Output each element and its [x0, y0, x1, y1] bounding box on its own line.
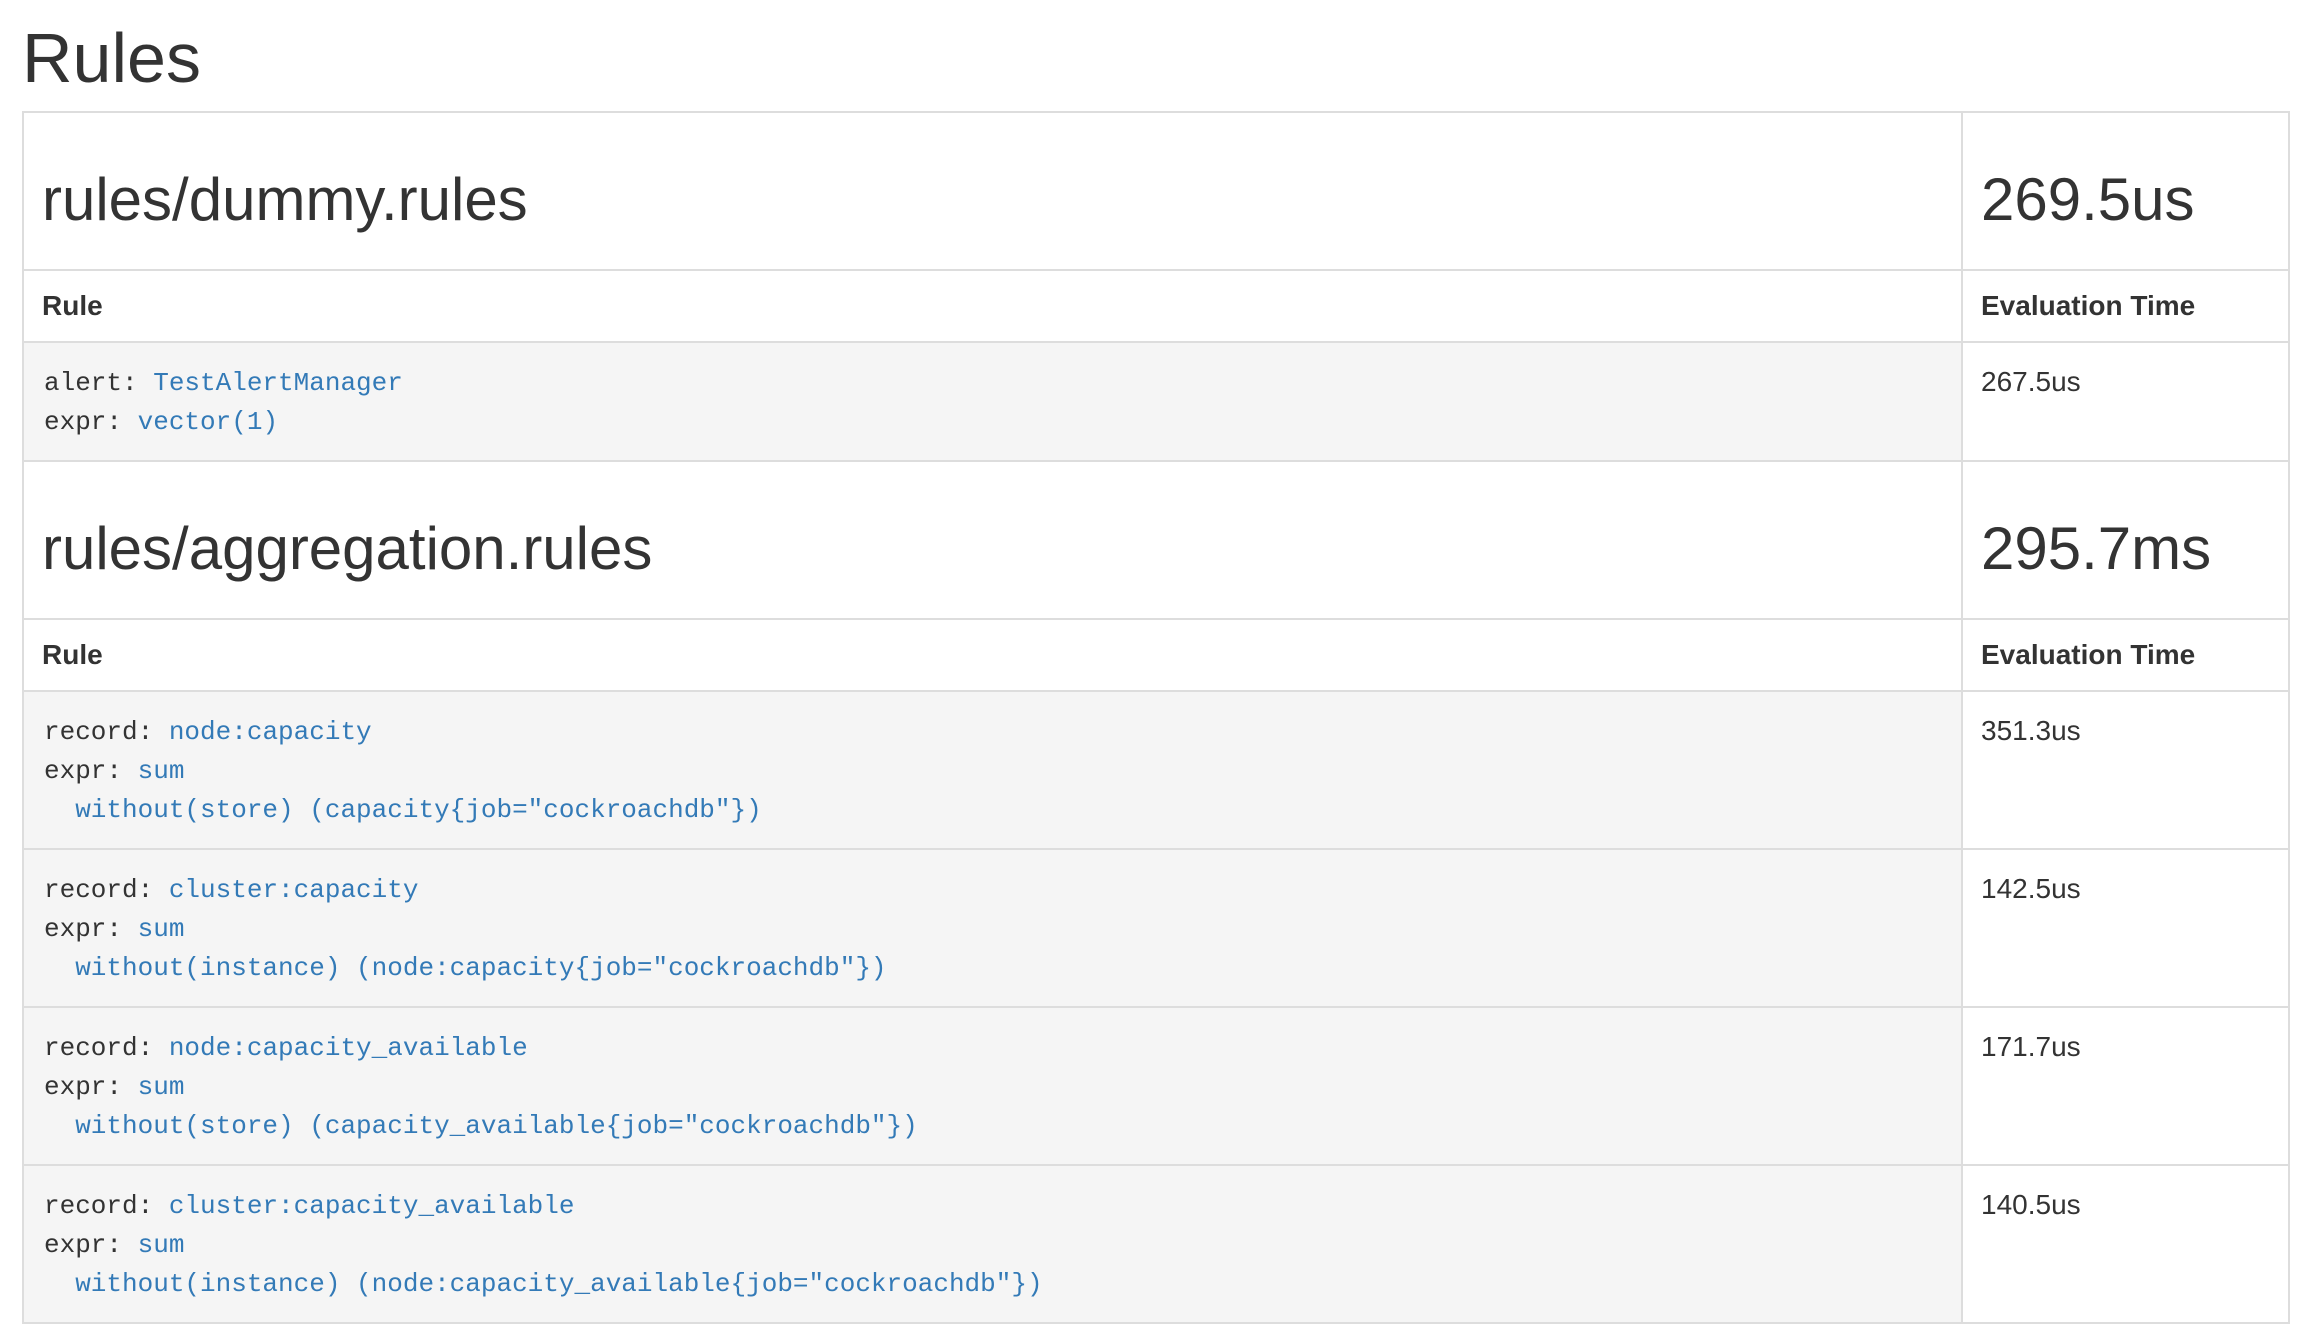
rule-keyword: record: [44, 1191, 169, 1221]
rule-link[interactable]: cluster:capacity [169, 875, 419, 905]
group-name: rules/aggregation.rules [42, 516, 1943, 582]
rule-row: record: node:capacity expr: sum without(… [23, 691, 2289, 849]
rule-row: record: node:capacity_available expr: su… [23, 1007, 2289, 1165]
evaluation-time-value: 351.3us [1962, 691, 2289, 849]
rule-keyword: record: [44, 875, 169, 905]
rule-code: record: node:capacity expr: sum without(… [23, 691, 1962, 849]
rule-keyword: expr: [44, 1230, 138, 1260]
rules-table-body: rules/dummy.rules269.5usRuleEvaluation T… [23, 112, 2289, 1323]
rule-code: alert: TestAlertManager expr: vector(1) [23, 342, 1962, 461]
group-name: rules/dummy.rules [42, 167, 1943, 233]
rule-row: record: cluster:capacity_available expr:… [23, 1165, 2289, 1323]
rule-keyword: record: [44, 1033, 169, 1063]
rules-page: Rules rules/dummy.rules269.5usRuleEvalua… [0, 20, 2316, 1324]
rule-keyword: record: [44, 717, 169, 747]
rule-link[interactable]: cluster:capacity_available [169, 1191, 575, 1221]
rule-link[interactable]: node:capacity [169, 717, 372, 747]
group-eval-time: 269.5us [1981, 167, 2270, 233]
rule-code: record: cluster:capacity_available expr:… [23, 1165, 1962, 1323]
group-eval-cell: 269.5us [1962, 112, 2289, 270]
rule-row: alert: TestAlertManager expr: vector(1)2… [23, 342, 2289, 461]
eval-column-header: Evaluation Time [1962, 270, 2289, 342]
column-header-row: RuleEvaluation Time [23, 270, 2289, 342]
rule-link[interactable]: sum without(instance) (node:capacity_ava… [44, 1230, 1043, 1299]
eval-column-header: Evaluation Time [1962, 619, 2289, 691]
group-eval-time: 295.7ms [1981, 516, 2270, 582]
group-eval-cell: 295.7ms [1962, 461, 2289, 619]
rule-link[interactable]: sum without(store) (capacity{job="cockro… [44, 756, 762, 825]
rule-row: record: cluster:capacity expr: sum witho… [23, 849, 2289, 1007]
group-header-row: rules/dummy.rules 269.5us [23, 112, 2289, 270]
evaluation-time-value: 267.5us [1962, 342, 2289, 461]
rule-column-header: Rule [23, 619, 1962, 691]
rules-table: rules/dummy.rules269.5usRuleEvaluation T… [22, 111, 2290, 1324]
page-title: Rules [22, 20, 2290, 97]
rule-keyword: expr: [44, 914, 138, 944]
rule-link[interactable]: sum without(store) (capacity_available{j… [44, 1072, 918, 1141]
rule-keyword: expr: [44, 407, 138, 437]
rule-link[interactable]: TestAlertManager [153, 368, 403, 398]
rule-link[interactable]: node:capacity_available [169, 1033, 528, 1063]
evaluation-time-value: 142.5us [1962, 849, 2289, 1007]
rule-code: record: node:capacity_available expr: su… [23, 1007, 1962, 1165]
rule-code: record: cluster:capacity expr: sum witho… [23, 849, 1962, 1007]
rule-keyword: expr: [44, 756, 138, 786]
group-name-cell: rules/aggregation.rules [23, 461, 1962, 619]
column-header-row: RuleEvaluation Time [23, 619, 2289, 691]
rule-link[interactable]: vector(1) [138, 407, 278, 437]
rule-link[interactable]: sum without(instance) (node:capacity{job… [44, 914, 887, 983]
group-name-cell: rules/dummy.rules [23, 112, 1962, 270]
rule-keyword: alert: [44, 368, 153, 398]
evaluation-time-value: 171.7us [1962, 1007, 2289, 1165]
group-header-row: rules/aggregation.rules 295.7ms [23, 461, 2289, 619]
rule-keyword: expr: [44, 1072, 138, 1102]
evaluation-time-value: 140.5us [1962, 1165, 2289, 1323]
rule-column-header: Rule [23, 270, 1962, 342]
